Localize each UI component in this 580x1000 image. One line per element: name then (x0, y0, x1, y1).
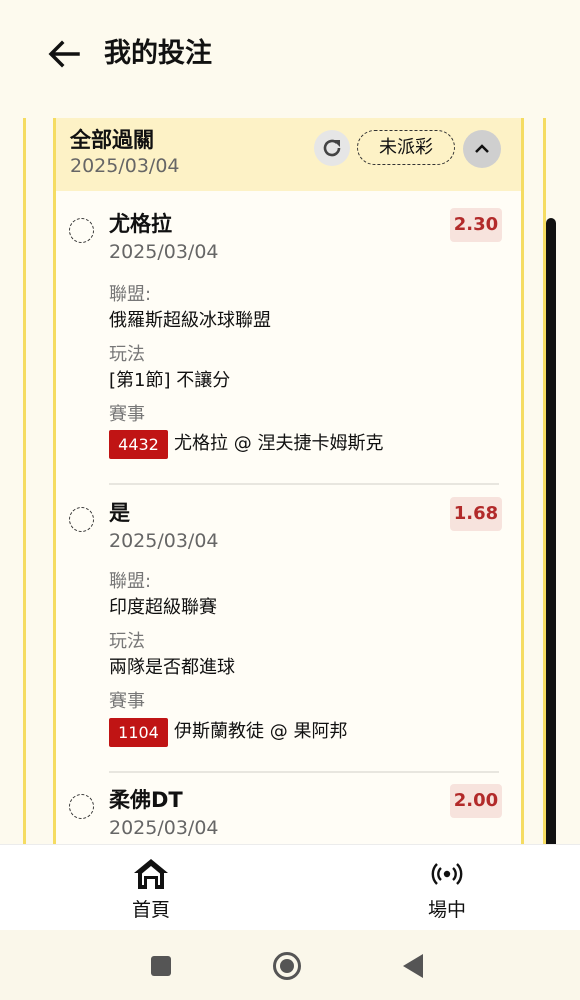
league-label: 聯盟: (109, 571, 152, 592)
match-code-badge: 1104 (109, 718, 168, 747)
nav-home[interactable]: 首頁 (91, 845, 211, 931)
leg-date: 2025/03/04 (109, 530, 219, 552)
nav-live-label: 場中 (427, 899, 466, 921)
event-label: 賽事 (109, 691, 145, 712)
recents-square-icon (151, 956, 171, 976)
back-triangle-icon (403, 954, 423, 978)
bet-date: 2025/03/04 (70, 155, 180, 177)
bet-leg: 是 2025/03/04 1.68 聯盟: 印度超級聯賽 玩法 兩隊是否都進球 … (56, 493, 521, 783)
bet-leg: 柔佛DT 2025/03/04 2.00 (56, 780, 521, 844)
system-back-button[interactable] (401, 953, 425, 983)
recents-button[interactable] (150, 955, 172, 981)
leg-odds: 2.00 (450, 784, 502, 818)
event-label: 賽事 (109, 404, 145, 425)
league-value: 印度超級聯賽 (109, 597, 217, 618)
bet-type: 全部過關 (70, 128, 154, 152)
page-title: 我的投注 (104, 38, 212, 69)
match-name: 尤格拉 @ 涅夫捷卡姆斯克 (174, 433, 384, 454)
leg-selection: 柔佛DT (109, 788, 183, 812)
leg-odds: 2.30 (450, 208, 502, 242)
market-label: 玩法 (109, 344, 145, 365)
leg-divider (109, 483, 499, 485)
home-icon (134, 859, 168, 889)
broadcast-icon (431, 863, 463, 885)
nav-live[interactable]: 場中 (387, 845, 507, 931)
bet-leg: 尤格拉 2025/03/04 2.30 聯盟: 俄羅斯超級冰球聯盟 玩法 [第1… (56, 204, 521, 494)
scrollbar[interactable] (546, 218, 556, 844)
leg-selection: 是 (109, 501, 130, 525)
app-header: 我的投注 (0, 0, 580, 110)
outer-border-left (23, 118, 26, 844)
payout-status-badge: 未派彩 (357, 130, 455, 165)
leg-selection: 尤格拉 (109, 212, 172, 236)
refresh-button[interactable] (314, 130, 350, 166)
market-value: [第1節] 不讓分 (109, 370, 231, 391)
league-label: 聯盟: (109, 284, 152, 305)
leg-divider (109, 771, 499, 773)
match-code-badge: 4432 (109, 430, 168, 459)
nav-home-label: 首頁 (131, 899, 170, 921)
leg-radio[interactable] (69, 794, 94, 819)
leg-odds: 1.68 (450, 497, 502, 531)
bet-card-header: 全部過關 2025/03/04 未派彩 (56, 118, 521, 191)
market-label: 玩法 (109, 631, 145, 652)
bottom-nav: 首頁 場中 (0, 844, 580, 931)
match-name: 伊斯蘭教徒 @ 果阿邦 (174, 721, 348, 742)
leg-date: 2025/03/04 (109, 241, 219, 263)
back-arrow-icon (48, 40, 80, 68)
refresh-icon (323, 139, 341, 157)
collapse-button[interactable] (463, 130, 501, 168)
bet-card: 全部過關 2025/03/04 未派彩 尤格拉 2025/03/04 2.30 … (53, 118, 524, 844)
leg-radio[interactable] (69, 507, 94, 532)
market-value: 兩隊是否都進球 (109, 657, 235, 678)
league-value: 俄羅斯超級冰球聯盟 (109, 310, 271, 331)
chevron-up-icon (475, 144, 489, 153)
leg-date: 2025/03/04 (109, 817, 219, 839)
home-circle-icon (273, 952, 301, 980)
system-home-button[interactable] (272, 951, 302, 985)
leg-radio[interactable] (69, 218, 94, 243)
system-nav-bar (0, 930, 580, 1000)
back-button[interactable] (44, 34, 84, 74)
